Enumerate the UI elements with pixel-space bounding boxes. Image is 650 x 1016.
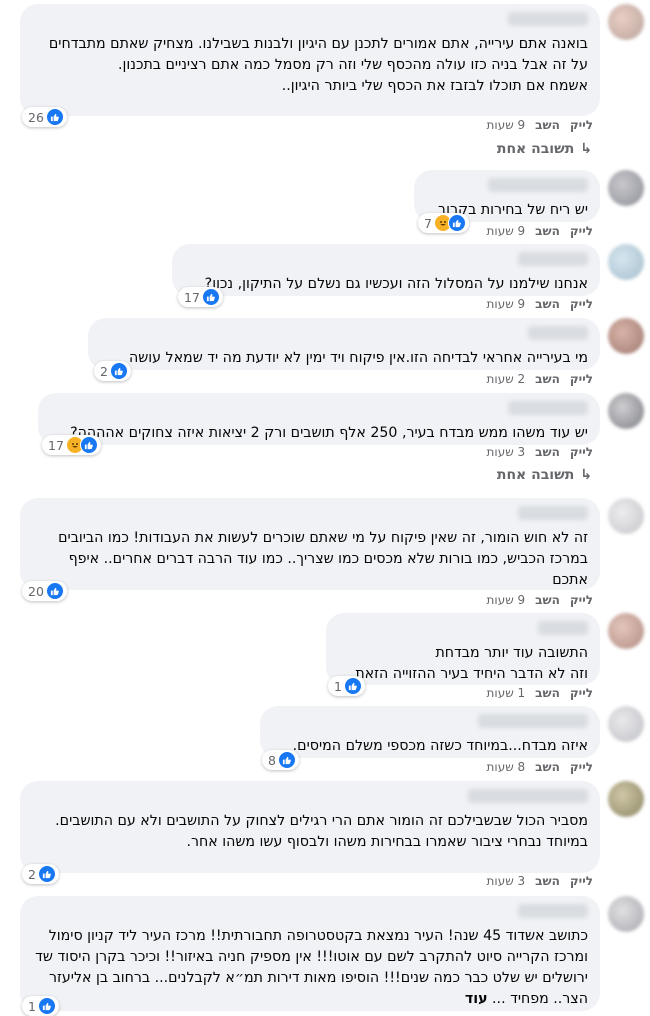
comment-meta: לייק השב 8 שעות (477, 760, 593, 774)
reaction-count[interactable]: 2 (94, 361, 131, 381)
timestamp[interactable]: 3 שעות (487, 874, 526, 888)
reply-link[interactable]: השב (535, 593, 560, 607)
timestamp[interactable]: 9 שעות (487, 224, 526, 238)
avatar[interactable] (608, 613, 644, 649)
avatar[interactable] (608, 498, 644, 534)
avatar[interactable] (608, 4, 644, 40)
like-reaction-icon (343, 677, 362, 695)
author-name[interactable] (518, 252, 588, 266)
comment-bubble: בואנה אתם עירייה, אתם אמורים לתכנן עם הי… (20, 4, 600, 116)
reaction-count[interactable]: 8 (262, 750, 299, 770)
author-name[interactable] (518, 904, 588, 918)
timestamp[interactable]: 3 שעות (487, 445, 526, 459)
reaction-count[interactable]: 20 (22, 581, 67, 601)
reply-link[interactable]: השב (535, 686, 560, 700)
comment-text: אנחנו שילמנו על המסלול הזה ועכשיו גם נשל… (204, 276, 588, 292)
like-reaction-icon (37, 865, 56, 883)
like-link[interactable]: לייק (570, 686, 593, 700)
comment-text: זה לא חוש הומור, זה שאין פיקוח על מי שאת… (53, 530, 588, 588)
comment-bubble: יש עוד משהו ממש מבדח בעיר, 250 אלף תושבי… (38, 393, 600, 445)
like-link[interactable]: לייק (570, 760, 593, 774)
like-link[interactable]: לייק (570, 445, 593, 459)
view-replies-link[interactable]: ↳תשובה אחת (497, 467, 592, 483)
timestamp[interactable]: 2 שעות (487, 372, 526, 386)
timestamp[interactable]: 9 שעות (487, 297, 526, 311)
comment-meta: לייק השב 3 שעות (477, 445, 593, 459)
like-link[interactable]: לייק (570, 118, 593, 132)
reply-arrow-icon: ↳ (580, 141, 592, 157)
reply-link[interactable]: השב (535, 118, 560, 132)
like-reaction-icon (45, 108, 64, 126)
reply-link[interactable]: השב (535, 874, 560, 888)
comment-meta: לייק השב 9 שעות (477, 224, 593, 238)
like-link[interactable]: לייק (570, 372, 593, 386)
reaction-count[interactable]: 1 (328, 676, 365, 696)
like-link[interactable]: לייק (570, 297, 593, 311)
author-name[interactable] (528, 326, 588, 340)
view-replies-link[interactable]: ↳תשובה אחת (497, 141, 592, 157)
author-name[interactable] (508, 12, 588, 26)
comment-meta: לייק השב 9 שעות (477, 118, 593, 132)
comment-text: מסביר הכול שבשבילכם זה הומור אתם הרי רגי… (55, 813, 588, 850)
like-reaction-icon (447, 214, 466, 232)
avatar[interactable] (608, 781, 644, 817)
like-reaction-icon (45, 582, 64, 600)
author-name[interactable] (508, 401, 588, 415)
avatar[interactable] (608, 318, 644, 354)
timestamp[interactable]: 9 שעות (487, 593, 526, 607)
like-reaction-icon (277, 751, 296, 769)
reaction-count[interactable]: 17 (42, 435, 101, 455)
avatar[interactable] (608, 706, 644, 742)
author-name[interactable] (518, 506, 588, 520)
author-name[interactable] (478, 714, 588, 728)
comment-bubble: מי בעירייה אחראי לבדיחה הזו.אין פיקוח וי… (88, 318, 600, 370)
reply-link[interactable]: השב (535, 445, 560, 459)
reply-link[interactable]: השב (535, 372, 560, 386)
timestamp[interactable]: 9 שעות (487, 118, 526, 132)
comment-bubble: התשובה עוד יותר מבדחת וזה לא הדבר היחיד … (326, 613, 600, 685)
avatar[interactable] (608, 170, 644, 206)
comment-text: כתושב אשדוד 45 שנה! העיר נמצאת בקטסטרופה… (30, 928, 588, 1007)
timestamp[interactable]: 1 שעות (487, 686, 526, 700)
reply-link[interactable]: השב (535, 297, 560, 311)
comment-text: יש עוד משהו ממש מבדח בעיר, 250 אלף תושבי… (70, 425, 588, 441)
comment-meta: לייק השב 9 שעות (477, 297, 593, 311)
comment-text: מי בעירייה אחראי לבדיחה הזו.אין פיקוח וי… (128, 350, 588, 366)
like-reaction-icon (109, 362, 128, 380)
reply-arrow-icon: ↳ (580, 467, 592, 483)
like-link[interactable]: לייק (570, 593, 593, 607)
reply-link[interactable]: השב (535, 760, 560, 774)
comment-bubble: זה לא חוש הומור, זה שאין פיקוח על מי שאת… (20, 498, 600, 590)
comment-bubble: אנחנו שילמנו על המסלול הזה ועכשיו גם נשל… (172, 244, 600, 296)
comment-text: איזה מבדח...במיוחד כשזה מכספי משלם המיסי… (292, 738, 588, 754)
comment-meta: לייק השב 3 שעות (477, 874, 593, 888)
comment-meta: לייק השב 1 שעות (477, 686, 593, 700)
reply-link[interactable]: השב (535, 224, 560, 238)
comment-bubble: מסביר הכול שבשבילכם זה הומור אתם הרי רגי… (20, 781, 600, 873)
reaction-count[interactable]: 2 (22, 864, 59, 884)
like-reaction-icon (201, 288, 220, 306)
comment-text: בואנה אתם עירייה, אתם אמורים לתכנן עם הי… (48, 36, 588, 94)
comment-bubble: כתושב אשדוד 45 שנה! העיר נמצאת בקטסטרופה… (20, 896, 600, 1011)
avatar[interactable] (608, 244, 644, 280)
author-name[interactable] (488, 178, 588, 192)
like-reaction-icon (79, 436, 98, 454)
like-reaction-icon (37, 997, 56, 1015)
timestamp[interactable]: 8 שעות (487, 760, 526, 774)
author-name[interactable] (468, 789, 588, 803)
avatar[interactable] (608, 393, 644, 429)
reaction-count[interactable]: 17 (178, 287, 223, 307)
author-name[interactable] (538, 621, 588, 635)
comment-meta: לייק השב 2 שעות (477, 372, 593, 386)
reaction-count[interactable]: 26 (22, 107, 67, 127)
reaction-count[interactable]: 7 (418, 213, 469, 233)
reaction-count[interactable]: 1 (22, 996, 59, 1016)
like-link[interactable]: לייק (570, 224, 593, 238)
comment-text: התשובה עוד יותר מבדחת וזה לא הדבר היחיד … (355, 645, 588, 682)
like-link[interactable]: לייק (570, 874, 593, 888)
avatar[interactable] (608, 896, 644, 932)
comment-meta: לייק השב 9 שעות (477, 593, 593, 607)
comment-bubble: איזה מבדח...במיוחד כשזה מכספי משלם המיסי… (260, 706, 600, 758)
see-more-link[interactable]: עוד (465, 991, 488, 1007)
